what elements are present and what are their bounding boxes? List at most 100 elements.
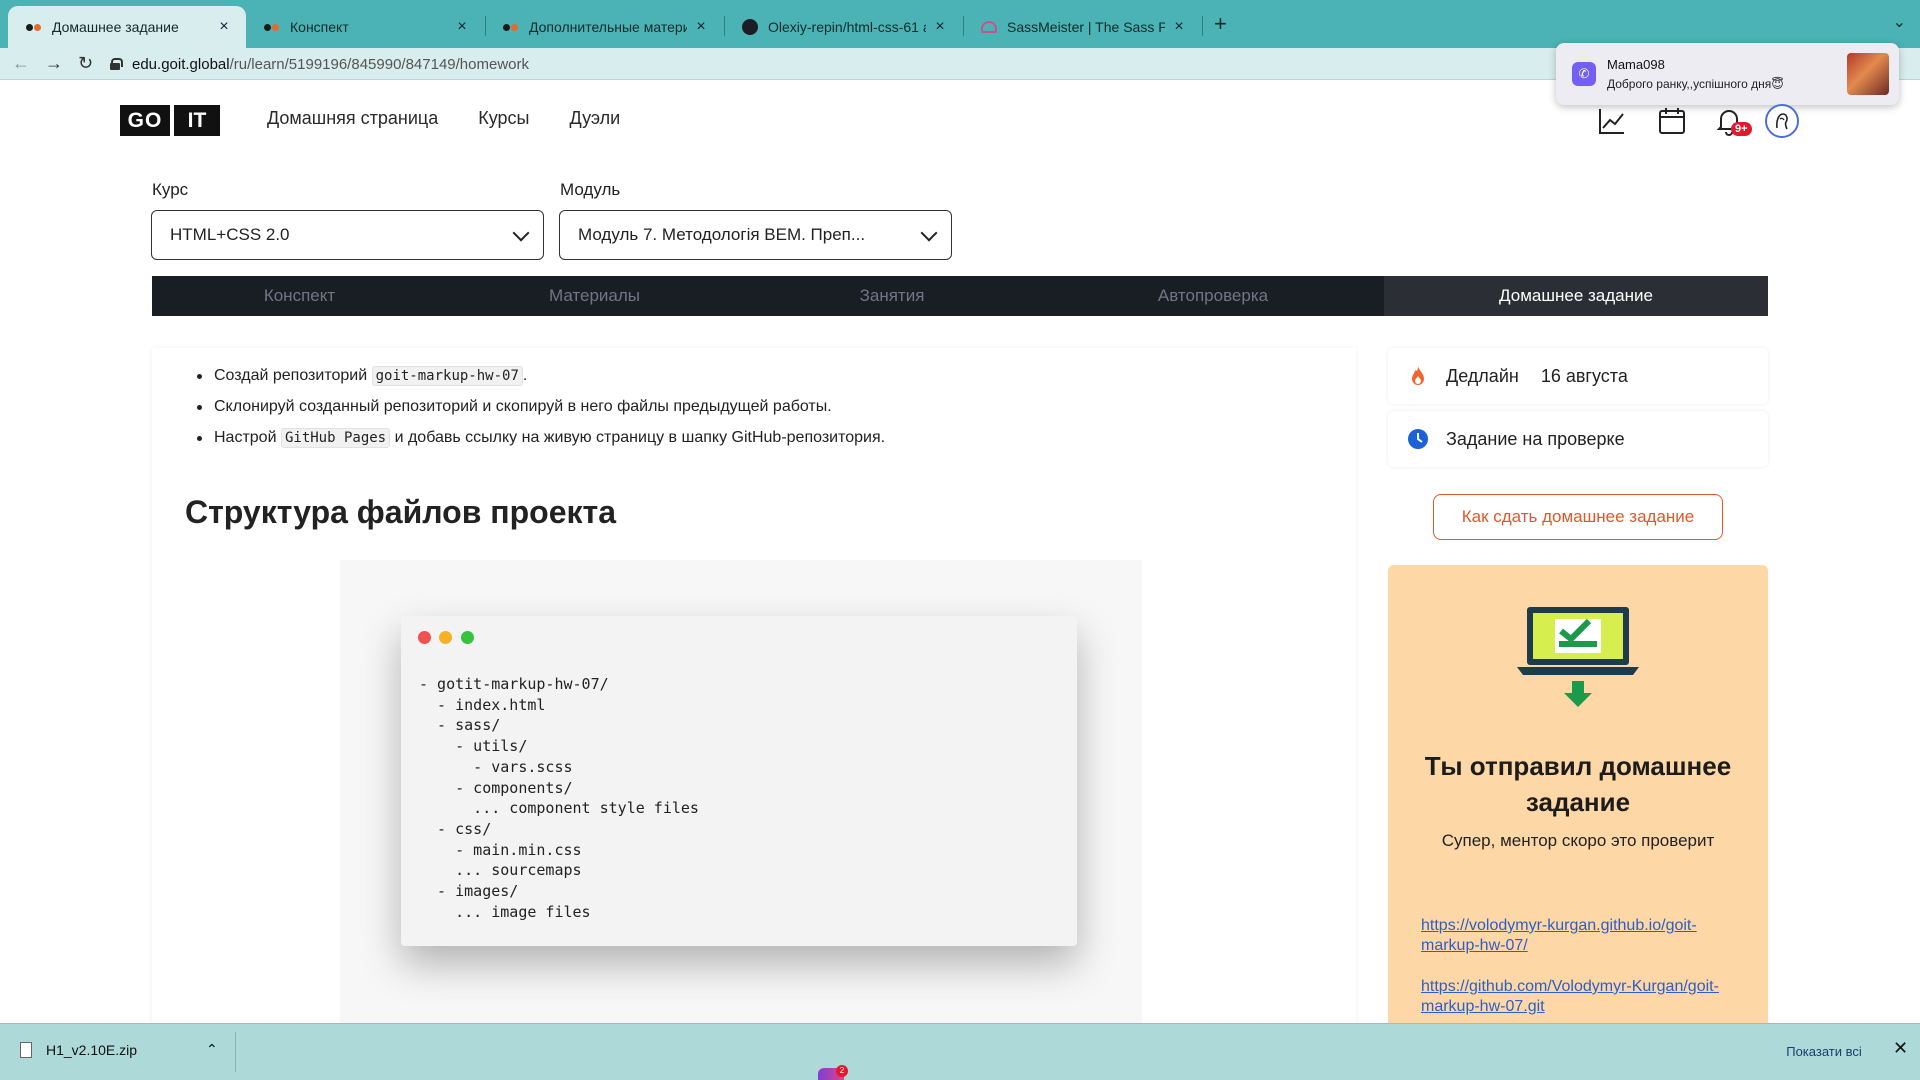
tab-title: Домашнее задание	[52, 19, 179, 35]
statistics-chart-icon[interactable]	[1597, 106, 1627, 136]
section-heading: Структура файлов проекта	[185, 494, 616, 530]
task-list: Создай репозиторий goit-markup-hw-07. Ск…	[194, 364, 885, 457]
goit-logo[interactable]: GO IT	[120, 105, 220, 136]
notification-sender: Mama098	[1607, 57, 1665, 72]
window-minimize-dot	[439, 631, 452, 644]
tab-search-chevron-icon[interactable]: ⌄	[1893, 12, 1906, 32]
window-close-dot	[418, 631, 431, 644]
list-item-text: Создай репозиторий	[214, 367, 372, 384]
how-to-submit-button[interactable]: Как сдать домашнее задание	[1433, 494, 1723, 540]
downloads-bar: H1_v2.10E.zip ⌃ Показати всі ✕	[0, 1023, 1920, 1080]
clock-icon	[1408, 429, 1428, 449]
back-arrow-icon[interactable]: ←	[12, 53, 30, 74]
viber-icon: ✆	[1572, 62, 1596, 86]
close-tab-icon[interactable]: ×	[693, 18, 709, 36]
download-item[interactable]: H1_v2.10E.zip	[20, 1042, 137, 1058]
module-select[interactable]: Модуль 7. Методологія BEM. Преп...	[559, 210, 952, 260]
submitted-subtitle: Супер, ментор скоро это проверит	[1441, 831, 1715, 850]
lesson-tabs: Конспект Материалы Занятия Автопроверка …	[152, 276, 1768, 316]
url-field[interactable]: edu.goit.global/ru/learn/5199196/845990/…	[110, 51, 529, 77]
deadline-value: 16 августа	[1540, 365, 1628, 386]
tab-title: Olexiy-repin/html-css-61 at m	[768, 19, 926, 35]
new-tab-button[interactable]: +	[1214, 11, 1227, 37]
download-filename: H1_v2.10E.zip	[46, 1042, 138, 1058]
close-tab-icon[interactable]: ×	[216, 18, 232, 36]
submitted-title: Ты отправил домашнее задание	[1424, 751, 1732, 817]
goit-favicon-icon	[26, 22, 42, 32]
close-tab-icon[interactable]: ×	[454, 18, 470, 36]
tab-konspekt[interactable]: Конспект	[152, 276, 447, 316]
status-text: Задание на проверке	[1446, 428, 1625, 449]
tab-title: SassMeister | The Sass Playgro	[1007, 19, 1165, 35]
show-all-button[interactable]: Показати всі	[1776, 1037, 1872, 1065]
logo-it: IT	[170, 105, 220, 136]
divider	[235, 1032, 236, 1072]
goit-favicon-icon	[264, 22, 280, 32]
tab-homework[interactable]: Домашнее задание	[1384, 276, 1768, 316]
user-avatar[interactable]	[1765, 104, 1799, 138]
inline-code: GitHub Pages	[280, 428, 391, 448]
goit-favicon-icon	[503, 22, 519, 32]
chevron-down-icon	[920, 224, 938, 242]
nav-home-link[interactable]: Домашняя страница	[267, 108, 438, 129]
taskbar-badge: 2	[836, 1065, 848, 1077]
list-item: Создай репозиторий goit-markup-hw-07.	[194, 364, 885, 395]
deadline-label: Дедлайн	[1446, 365, 1519, 386]
browser-tab[interactable]: SassMeister | The Sass Playgro ×	[963, 6, 1201, 48]
tab-title: Конспект	[290, 19, 349, 35]
file-tree-text: - gotit-markup-hw-07/ - index.html - sas…	[419, 675, 699, 921]
browser-tab-strip: Домашнее задание × Конспект × Дополнител…	[0, 0, 1920, 48]
close-icon[interactable]: ✕	[1893, 1038, 1908, 1059]
close-tab-icon[interactable]: ×	[932, 18, 948, 36]
chevron-down-icon	[512, 224, 530, 242]
profile-sketch-icon	[1776, 113, 1788, 130]
homework-content: Создай репозиторий goit-markup-hw-07. Ск…	[152, 348, 1356, 1028]
window-maximize-dot	[461, 631, 474, 644]
course-select-value: HTML+CSS 2.0	[170, 225, 290, 244]
sender-photo	[1847, 53, 1889, 95]
browser-tab[interactable]: Дополнительные материалы ×	[485, 6, 723, 48]
forward-arrow-icon[interactable]: →	[45, 53, 63, 74]
browser-tab[interactable]: Olexiy-repin/html-css-61 at m ×	[724, 6, 962, 48]
file-tree-window: - gotit-markup-hw-07/ - index.html - sas…	[401, 616, 1077, 946]
close-tab-icon[interactable]: ×	[1171, 18, 1187, 36]
calendar-icon[interactable]	[1657, 106, 1687, 136]
chevron-up-icon[interactable]: ⌃	[206, 1041, 218, 1058]
tab-autocheck[interactable]: Автопроверка	[1042, 276, 1384, 316]
module-select-value: Модуль 7. Методологія BEM. Преп...	[578, 225, 866, 244]
zip-file-icon	[20, 1042, 32, 1058]
deadline-card: Дедлайн 16 августа	[1388, 348, 1768, 404]
lock-icon	[110, 58, 123, 70]
inline-code: goit-markup-hw-07	[371, 366, 523, 386]
github-repo-link[interactable]: https://github.com/Volodymyr-Kurgan/goit…	[1421, 977, 1741, 1017]
list-item-text: .	[522, 367, 528, 384]
github-favicon-icon	[742, 19, 758, 35]
list-item-text: Настрой	[214, 429, 281, 446]
viber-notification[interactable]: ✆ Mama098 Доброго ранку,,успішного дня😇	[1556, 43, 1899, 105]
fire-icon	[1412, 366, 1424, 385]
logo-go: GO	[120, 105, 170, 136]
url-path: /ru/learn/5199196/845990/847149/homework	[229, 55, 529, 73]
tab-materials[interactable]: Материалы	[447, 276, 742, 316]
course-label: Курс	[152, 180, 189, 199]
notification-count-badge: 9+	[1731, 122, 1752, 136]
submitted-panel: Ты отправил домашнее задание Супер, мент…	[1388, 565, 1768, 1035]
tab-title: Дополнительные материалы	[529, 19, 687, 35]
browser-tab[interactable]: Конспект ×	[246, 6, 484, 48]
browser-tab[interactable]: Домашнее задание ×	[8, 6, 246, 48]
nav-duels-link[interactable]: Дуэли	[569, 108, 620, 129]
list-item: Настрой GitHub Pages и добавь ссылку на …	[194, 426, 885, 457]
notification-message: Доброго ранку,,успішного дня😇	[1607, 77, 1784, 91]
status-card: Задание на проверке	[1388, 411, 1768, 467]
list-item-text: и добавь ссылку на живую страницу в шапк…	[390, 429, 886, 446]
main-nav: Домашняя страница Курсы Дуэли	[267, 108, 620, 129]
github-pages-link[interactable]: https://volodymyr-kurgan.github.io/goit-…	[1421, 916, 1741, 956]
tab-lessons[interactable]: Занятия	[742, 276, 1042, 316]
url-host: edu.goit.global	[132, 55, 230, 73]
laptop-checkmark-icon	[1517, 607, 1639, 707]
nav-courses-link[interactable]: Курсы	[478, 108, 529, 129]
course-select[interactable]: HTML+CSS 2.0	[151, 210, 544, 260]
reload-icon[interactable]: ↻	[78, 53, 93, 74]
sassmeister-favicon-icon	[981, 21, 997, 33]
tab-divider	[1202, 16, 1203, 36]
